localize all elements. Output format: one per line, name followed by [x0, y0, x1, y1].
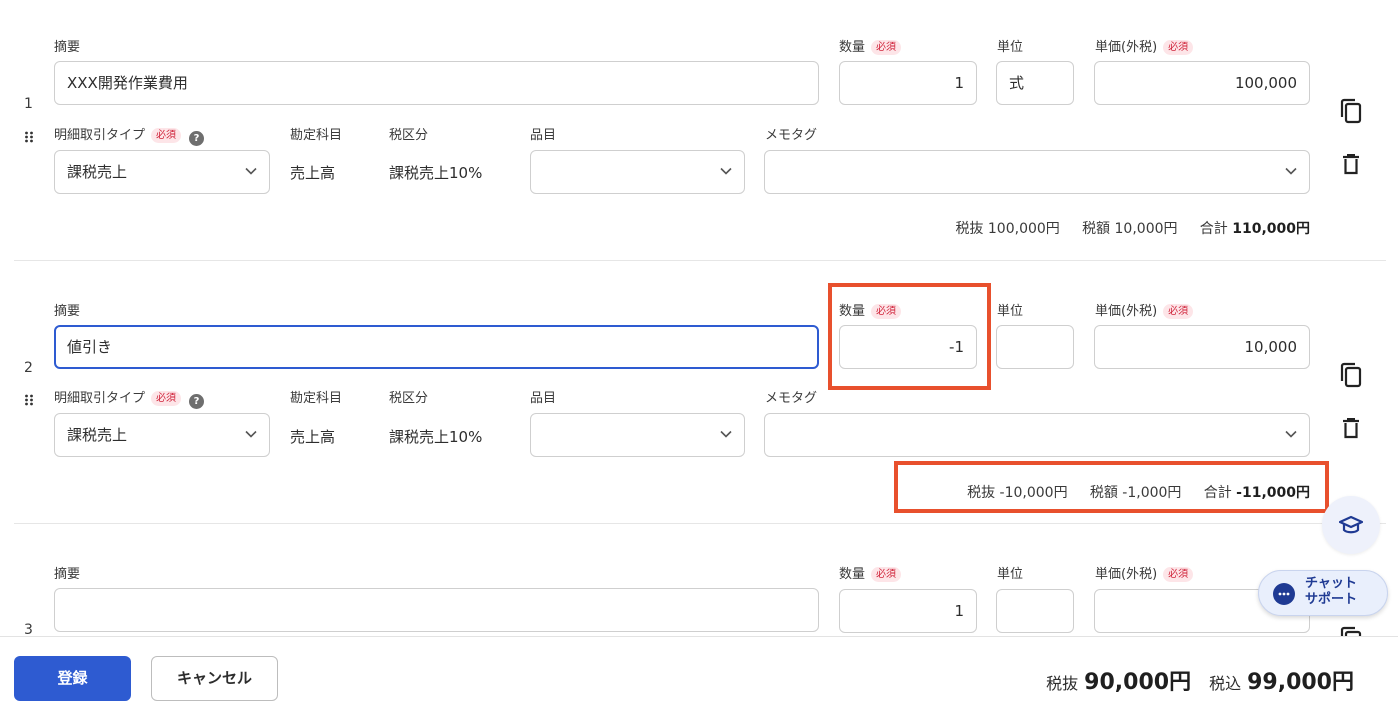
unit-input[interactable] [996, 589, 1074, 633]
chevron-down-icon [720, 167, 732, 175]
account-value: 売上高 [290, 164, 336, 182]
tax-class-value: 課税売上10% [389, 164, 483, 182]
quantity-label: 数量 必須 [839, 563, 902, 582]
tax-class-value: 課税売上10% [389, 428, 483, 446]
subtotal-tax: 10,000円 [1114, 221, 1178, 237]
line-type-select[interactable]: 課税売上 [54, 150, 270, 194]
chevron-down-icon [720, 430, 732, 438]
unit-label: 単位 [997, 567, 1024, 582]
required-badge: 必須 [1163, 40, 1194, 55]
unit-price-label: 単価(外税) 必須 [1095, 300, 1194, 319]
memo-tag-select[interactable] [764, 150, 1310, 194]
line-type-value: 課税売上 [67, 426, 128, 444]
tax-class-label: 税区分 [389, 391, 429, 406]
unit-input[interactable]: 式 [996, 61, 1074, 105]
help-icon[interactable]: ? [189, 131, 205, 146]
line-type-select[interactable]: 課税売上 [54, 413, 270, 457]
required-badge: 必須 [1163, 567, 1194, 582]
subtotal-tax-excl: 100,000円 [987, 221, 1060, 237]
chevron-down-icon [245, 430, 257, 438]
drag-handle-icon[interactable] [24, 131, 34, 143]
line-type-label: 明細取引タイプ 必須? [54, 124, 205, 146]
item-select[interactable] [530, 413, 745, 457]
drag-handle-icon[interactable] [24, 394, 34, 406]
copy-icon[interactable] [1339, 98, 1363, 125]
item-label: 品目 [530, 391, 557, 406]
item-select[interactable] [530, 150, 745, 194]
grand-total: 税抜 90,000円 税込 99,000円 [1046, 664, 1354, 696]
summary-input[interactable]: 値引き [54, 325, 819, 369]
summary-input[interactable] [54, 588, 819, 632]
summary-label: 摘要 [54, 304, 81, 319]
memo-tag-select[interactable] [764, 413, 1310, 457]
summary-input[interactable]: XXX開発作業費用 [54, 61, 819, 105]
chevron-down-icon [1285, 167, 1297, 175]
unit-label: 単位 [997, 304, 1024, 319]
item-label: 品目 [530, 128, 557, 143]
required-badge: 必須 [151, 128, 182, 143]
tax-class-label: 税区分 [389, 128, 429, 143]
grand-tax-incl-value: 99,000円 [1247, 670, 1354, 695]
highlight-box-subtotal [894, 461, 1329, 513]
learning-help-button[interactable] [1322, 496, 1380, 554]
memo-tag-label: メモタグ [765, 128, 818, 143]
line-type-label: 明細取引タイプ 必須? [54, 387, 205, 409]
unit-price-input[interactable]: 100,000 [1094, 61, 1310, 105]
grand-tax-incl-label: 税込 [1209, 674, 1242, 693]
required-badge: 必須 [1163, 304, 1194, 319]
chat-support-label: チャット サポート [1305, 576, 1358, 607]
line-type-value: 課税売上 [67, 163, 128, 181]
account-value: 売上高 [290, 428, 336, 446]
row-number: 1 [24, 96, 33, 112]
quantity-input[interactable]: 1 [839, 589, 977, 633]
quantity-input[interactable]: 1 [839, 61, 977, 105]
row-subtotal: 税抜 100,000円 税額 10,000円 合計 110,000円 [955, 221, 1310, 237]
account-label: 勘定科目 [290, 128, 343, 143]
unit-price-label: 単価(外税) 必須 [1095, 563, 1194, 582]
quantity-label: 数量 必須 [839, 36, 902, 55]
copy-icon[interactable] [1339, 362, 1363, 389]
row-divider [14, 260, 1386, 261]
chevron-down-icon [245, 167, 257, 175]
help-icon[interactable]: ? [189, 394, 205, 409]
chat-bubble-icon [1273, 583, 1295, 605]
cancel-button[interactable]: キャンセル [151, 656, 278, 701]
unit-input[interactable] [996, 325, 1074, 369]
unit-price-label: 単価(外税) 必須 [1095, 36, 1194, 55]
unit-price-input[interactable]: 10,000 [1094, 325, 1310, 369]
highlight-box-quantity [828, 283, 991, 390]
row-number: 2 [24, 360, 33, 376]
summary-label: 摘要 [54, 567, 81, 582]
grand-tax-excl-label: 税抜 [1046, 674, 1079, 693]
chat-support-button[interactable]: チャット サポート [1258, 570, 1388, 616]
summary-label: 摘要 [54, 40, 81, 55]
required-badge: 必須 [871, 567, 902, 582]
trash-icon[interactable] [1341, 153, 1361, 175]
trash-icon[interactable] [1341, 417, 1361, 439]
required-badge: 必須 [871, 40, 902, 55]
row-divider [14, 523, 1386, 524]
subtotal-total: 110,000円 [1232, 221, 1310, 237]
unit-label: 単位 [997, 40, 1024, 55]
account-label: 勘定科目 [290, 391, 343, 406]
memo-tag-label: メモタグ [765, 391, 818, 406]
chevron-down-icon [1285, 430, 1297, 438]
register-button[interactable]: 登録 [14, 656, 131, 701]
grand-tax-excl-value: 90,000円 [1084, 670, 1192, 695]
required-badge: 必須 [151, 391, 182, 406]
graduation-cap-icon [1339, 515, 1363, 534]
